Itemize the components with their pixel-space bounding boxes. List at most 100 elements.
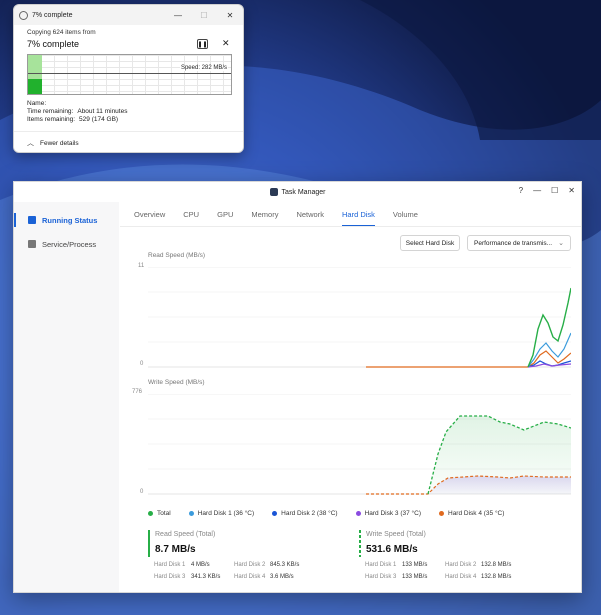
help-icon[interactable]: ?	[519, 186, 523, 195]
detail-row: Time remaining: About 11 minutes	[27, 108, 127, 116]
sidebar-item-service-process[interactable]: Service/Process	[14, 234, 119, 254]
legend-dot	[188, 511, 194, 516]
select-hard-disk-button[interactable]: Select Hard Disk	[400, 235, 460, 251]
disk-label: Hard Disk 3	[365, 574, 397, 580]
disk-value: 132.8 MB/s	[481, 562, 512, 568]
maximize-icon: ☐	[200, 10, 208, 20]
tab-overview[interactable]: Overview	[134, 210, 165, 227]
disk-value: 3.6 MB/s	[270, 574, 294, 580]
tab-gpu[interactable]: GPU	[217, 210, 233, 227]
copy-from-text: Copying 624 items from	[27, 29, 96, 36]
tm-window-controls: ? — ☐ ✕	[519, 186, 575, 195]
disk-label: Hard Disk 2	[234, 562, 266, 568]
tab-memory[interactable]: Memory	[251, 210, 278, 227]
fewer-details-label: Fewer details	[40, 139, 79, 147]
tm-window-title: Task Manager	[281, 188, 326, 196]
close-icon[interactable]: ✕	[568, 186, 575, 195]
disk-value: 133 MB/s	[402, 562, 428, 568]
tm-titlebar: Task Manager	[14, 182, 581, 202]
detail-row: Items remaining: 529 (174 GB)	[27, 116, 127, 124]
read-summary-value: 8.7 MB/s	[155, 544, 196, 555]
sidebar-item-running-status[interactable]: Running Status	[14, 210, 119, 230]
legend-item-hard-disk-2[interactable]: Hard Disk 2 (38 °C)	[272, 510, 338, 517]
pause-button[interactable]: ❚❚	[197, 39, 208, 49]
tab-divider	[120, 226, 581, 227]
speed-line	[28, 73, 231, 74]
disk-label: Hard Disk 2	[445, 562, 477, 568]
copy-details: Name: Time remaining: About 11 minutes I…	[27, 100, 127, 124]
close-window-icon[interactable]: ✕	[217, 11, 243, 20]
disk-value: 845.3 KB/s	[270, 562, 300, 568]
legend-item-total[interactable]: Total	[148, 510, 171, 517]
copy-window-title: 7% complete	[32, 11, 73, 19]
copy-progress-dialog: 7% complete — ☐ ✕ Copying 624 items from…	[13, 4, 244, 153]
maximize-icon[interactable]: ☐	[551, 186, 558, 195]
task-manager-window: Task Manager ? — ☐ ✕ Running Status Serv…	[13, 181, 582, 593]
disk-label: Hard Disk 3	[154, 574, 186, 580]
disk-value: 4 MB/s	[191, 562, 210, 568]
disk-value: 132.8 MB/s	[481, 574, 512, 580]
legend-label: Hard Disk 3 (37 °C)	[364, 510, 421, 517]
disk-value: 341.3 KB/s	[191, 574, 221, 580]
legend-item-hard-disk-3[interactable]: Hard Disk 3 (37 °C)	[355, 510, 421, 517]
legend-dot	[355, 511, 361, 516]
legend-dot	[439, 511, 444, 516]
legend-label: Total	[157, 510, 171, 517]
task-manager-icon	[269, 188, 278, 196]
read-max-tick: 11	[138, 263, 145, 269]
write-chart-label: Write Speed (MB/s)	[148, 379, 205, 386]
sidebar-item-label: Service/Process	[42, 239, 97, 249]
detail-key: Name:	[27, 100, 47, 107]
minimize-icon[interactable]: —	[165, 11, 191, 20]
write-summary-bar	[359, 530, 361, 557]
speed-fill	[28, 79, 43, 94]
sidebar-item-label: Running Status	[42, 215, 98, 225]
read-grid	[148, 267, 571, 368]
detail-key: Items remaining:	[27, 116, 76, 123]
read-summary-title: Read Speed (Total)	[155, 531, 216, 538]
tm-sidebar: Running Status Service/Process	[14, 202, 119, 592]
detail-value: 529 (174 GB)	[79, 116, 119, 123]
detail-row: Name:	[27, 100, 127, 108]
tab-volume[interactable]: Volume	[393, 210, 418, 227]
disk-label: Hard Disk 4	[234, 574, 266, 580]
read-min-tick: 0	[140, 361, 144, 367]
process-icon	[28, 240, 36, 248]
write-summary-title: Write Speed (Total)	[366, 531, 426, 538]
read-speed-chart	[148, 267, 571, 368]
tab-bar: Overview CPU GPU Memory Network Hard Dis…	[120, 210, 436, 227]
disk-label: Hard Disk 1	[365, 562, 397, 568]
speed-graph: Speed: 282 MB/s	[27, 54, 232, 95]
activity-icon	[28, 216, 36, 224]
copy-body: Copying 624 items from 7% complete ❚❚ ✕ …	[14, 25, 243, 152]
tab-network[interactable]: Network	[296, 210, 324, 227]
performance-dropdown[interactable]: Performance de transmis... ⌄	[467, 235, 571, 251]
legend-dot	[148, 511, 153, 516]
write-speed-summary: Write Speed (Total) 531.6 MB/s Hard Disk…	[359, 529, 559, 585]
fewer-details-button[interactable]: ︿ Fewer details	[27, 138, 79, 148]
read-chart-label: Read Speed (MB/s)	[148, 252, 206, 259]
minimize-icon[interactable]: —	[533, 186, 541, 195]
speed-label: Speed: 282 MB/s	[179, 65, 228, 71]
copy-titlebar: 7% complete — ☐ ✕	[14, 5, 243, 25]
tab-hard-disk[interactable]: Hard Disk	[341, 210, 375, 227]
copy-progress-text: 7% complete	[27, 39, 80, 49]
write-disks-area	[428, 476, 571, 494]
legend-label: Hard Disk 4 (35 °C)	[448, 510, 505, 517]
chart-legend: Total Hard Disk 1 (36 °C) Hard Disk 2 (3…	[148, 510, 522, 517]
divider	[14, 131, 243, 132]
disk-value: 133 MB/s	[402, 574, 428, 580]
copy-app-icon	[19, 10, 28, 20]
legend-item-hard-disk-4[interactable]: Hard Disk 4 (35 °C)	[439, 510, 504, 517]
read-summary-bar	[148, 530, 150, 557]
detail-value: About 11 minutes	[77, 108, 128, 115]
tab-cpu[interactable]: CPU	[183, 210, 199, 227]
write-min-tick: 0	[140, 489, 144, 495]
chevron-up-icon: ︿	[27, 140, 34, 147]
cancel-copy-button[interactable]: ✕	[222, 38, 230, 49]
legend-item-hard-disk-1[interactable]: Hard Disk 1 (36 °C)	[188, 510, 254, 517]
performance-dropdown-value: Performance de transmis...	[474, 239, 553, 247]
chevron-down-icon: ⌄	[558, 240, 564, 247]
pause-icon: ❚❚	[197, 41, 208, 48]
write-speed-chart	[148, 394, 571, 495]
